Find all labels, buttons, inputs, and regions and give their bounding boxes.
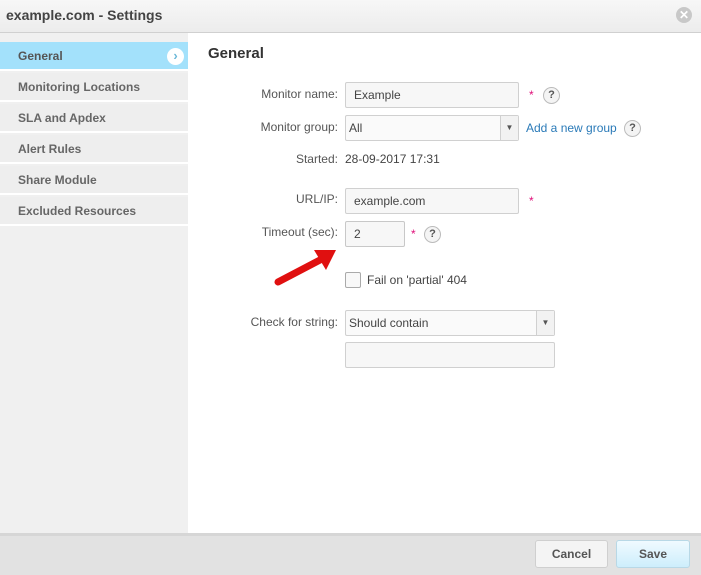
sidebar-item-sla-apdex[interactable]: SLA and Apdex [0, 104, 188, 133]
monitor-group-select[interactable]: All ▼ [345, 115, 519, 141]
add-group-link[interactable]: Add a new group [526, 121, 617, 135]
sidebar-item-excluded-resources[interactable]: Excluded Resources [0, 197, 188, 226]
chevron-right-icon: › [167, 48, 184, 65]
window-title: example.com - Settings [6, 7, 163, 23]
sidebar-item-label: Excluded Resources [18, 204, 137, 218]
fail-partial-label: Fail on 'partial' 404 [367, 273, 467, 287]
sidebar-item-label: SLA and Apdex [18, 111, 106, 125]
sidebar-item-label: General [18, 49, 63, 63]
sidebar-item-share-module[interactable]: Share Module [0, 166, 188, 195]
required-marker: * [529, 194, 534, 208]
started-value: 28-09-2017 17:31 [345, 152, 440, 166]
sidebar-item-label: Monitoring Locations [18, 80, 140, 94]
title-bar: example.com - Settings ✕ [0, 0, 701, 33]
sidebar: General › Monitoring Locations SLA and Ap… [0, 33, 188, 533]
required-marker: * [529, 88, 534, 102]
fail-partial-checkbox[interactable] [345, 272, 361, 288]
page-title: General [208, 45, 264, 62]
check-string-label: Check for string: [250, 315, 338, 329]
help-icon[interactable]: ? [424, 226, 441, 243]
chevron-down-icon: ▼ [536, 311, 554, 335]
help-icon[interactable]: ? [543, 87, 560, 104]
check-string-input[interactable] [345, 342, 555, 368]
timeout-input[interactable]: 2 [345, 221, 405, 247]
monitor-group-label: Monitor group: [260, 120, 338, 134]
url-input[interactable]: example.com [345, 188, 519, 214]
timeout-label: Timeout (sec): [261, 225, 338, 239]
cancel-button[interactable]: Cancel [535, 540, 608, 568]
required-marker: * [411, 227, 416, 241]
chevron-down-icon: ▼ [500, 116, 518, 140]
red-arrow-annotation [274, 250, 336, 286]
selected-value: Should contain [349, 316, 429, 330]
sidebar-item-general[interactable]: General › [0, 42, 188, 71]
started-label: Started: [295, 152, 338, 166]
check-string-select[interactable]: Should contain ▼ [345, 310, 555, 336]
help-icon[interactable]: ? [624, 120, 641, 137]
monitor-name-input[interactable]: Example [345, 82, 519, 108]
sidebar-item-label: Share Module [18, 173, 97, 187]
url-label: URL/IP: [295, 192, 338, 206]
sidebar-item-monitoring-locations[interactable]: Monitoring Locations [0, 73, 188, 102]
monitor-name-label: Monitor name: [261, 87, 338, 101]
sidebar-item-label: Alert Rules [18, 142, 82, 156]
selected-value: All [349, 121, 363, 135]
close-icon[interactable]: ✕ [676, 7, 692, 23]
sidebar-item-alert-rules[interactable]: Alert Rules [0, 135, 188, 164]
save-button[interactable]: Save [616, 540, 690, 568]
